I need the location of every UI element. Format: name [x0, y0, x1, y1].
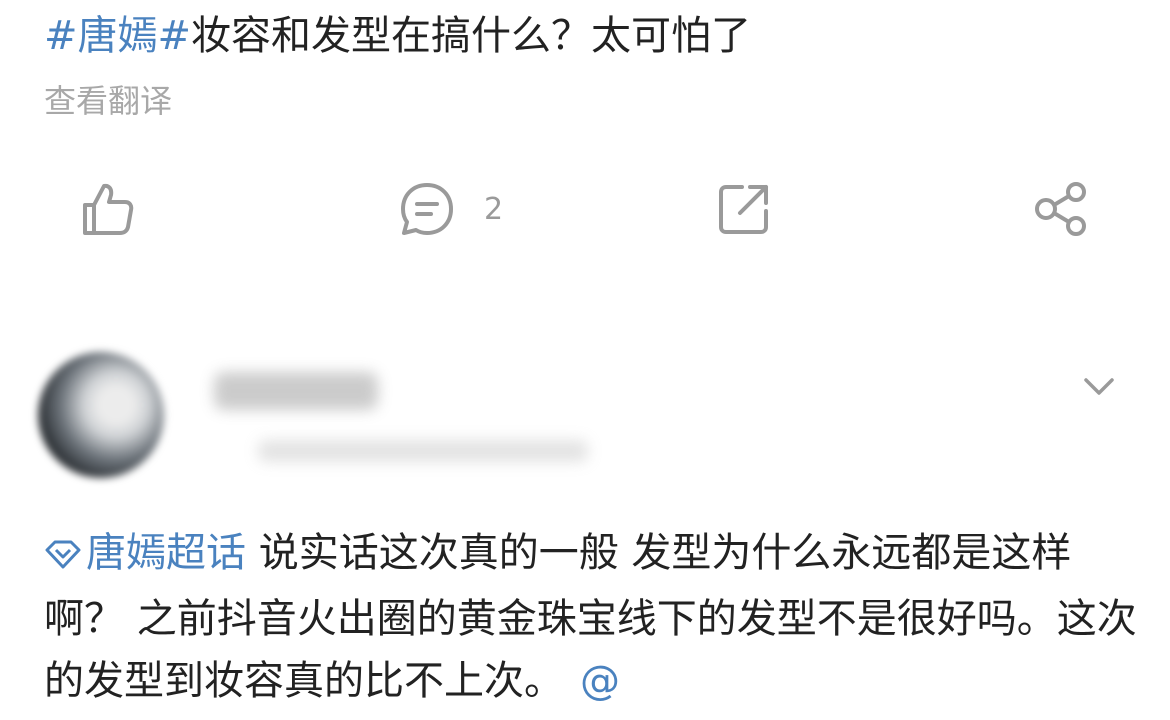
supertopic-link[interactable]: 唐嫣超话 [44, 530, 246, 576]
diamond-icon [44, 526, 82, 588]
comment-meta-blurred [258, 440, 588, 462]
topic-link[interactable]: #唐嫣# [44, 13, 191, 59]
like-button[interactable] [80, 178, 136, 240]
supertopic-label: 唐嫣超话 [86, 530, 246, 576]
mention-link[interactable]: @ [580, 658, 620, 704]
expand-button[interactable] [1082, 372, 1116, 406]
comment-button[interactable]: 2 [398, 178, 503, 240]
thumbs-up-icon [80, 181, 136, 237]
repost-button[interactable] [716, 178, 772, 240]
username-blurred[interactable] [214, 372, 378, 410]
comment-body: 唐嫣超话 说实话这次真的一般 发型为什么永远都是这样啊？ 之前抖音火出圈的黄金珠… [44, 522, 1144, 712]
avatar[interactable] [38, 352, 164, 478]
repost-icon [716, 181, 772, 237]
comment-bubble-icon [398, 180, 456, 238]
translate-link[interactable]: 查看翻译 [44, 78, 172, 124]
comment-count: 2 [484, 191, 504, 227]
post-title-text: 妆容和发型在搞什么？太可怕了 [191, 13, 752, 59]
chevron-down-icon [1082, 378, 1116, 406]
share-icon [1032, 180, 1090, 238]
share-button[interactable] [1032, 178, 1090, 240]
post-title: #唐嫣#妆容和发型在搞什么？太可怕了 [44, 8, 751, 64]
